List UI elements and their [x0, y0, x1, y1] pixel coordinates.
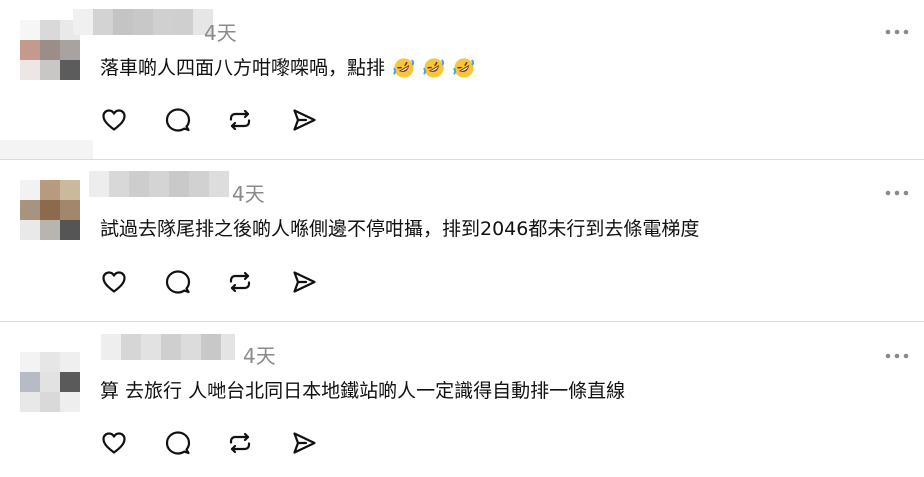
heart-icon[interactable]	[100, 429, 128, 457]
redaction-block	[0, 140, 93, 160]
more-options-icon[interactable]	[884, 187, 910, 199]
repost-icon[interactable]	[226, 106, 254, 134]
avatar[interactable]	[20, 180, 80, 240]
comment-text-row: 算 去旅行 人哋台北同日本地鐵站啲人一定識得自動排一條直線	[100, 377, 625, 405]
comment-text-row: 落車啲人四面八方咁嚟㗎喎，點排	[100, 54, 475, 82]
comment-item-3: 4天 算 去旅行 人哋台北同日本地鐵站啲人一定識得自動排一條直線	[0, 322, 924, 477]
comment-icon[interactable]	[164, 429, 192, 457]
comment-text: 算 去旅行 人哋台北同日本地鐵站啲人一定識得自動排一條直線	[100, 380, 626, 402]
comment-text: 落車啲人四面八方咁嚟㗎喎，點排	[100, 57, 386, 79]
action-bar	[100, 268, 330, 296]
more-options-icon[interactable]	[884, 26, 910, 38]
share-icon[interactable]	[290, 268, 318, 296]
action-bar	[100, 429, 330, 457]
rolling-on-floor-laughing-emoji	[423, 58, 445, 78]
comment-item-1: 4天 落車啲人四面八方咁嚟㗎喎，點排	[0, 0, 924, 159]
share-icon[interactable]	[290, 429, 318, 457]
username-redacted[interactable]	[89, 171, 229, 197]
rolling-on-floor-laughing-emoji	[393, 58, 415, 78]
timestamp: 4天	[232, 182, 265, 206]
comment-icon[interactable]	[164, 268, 192, 296]
avatar[interactable]	[20, 20, 80, 80]
timestamp: 4天	[243, 344, 276, 368]
comment-text: 試過去隊尾排之後啲人喺側邊不停咁攝，排到2046都未行到去條電梯度	[100, 218, 700, 240]
avatar[interactable]	[20, 352, 80, 412]
action-bar	[100, 106, 330, 134]
comment-text-row: 試過去隊尾排之後啲人喺側邊不停咁攝，排到2046都未行到去條電梯度	[100, 215, 699, 243]
heart-icon[interactable]	[100, 106, 128, 134]
heart-icon[interactable]	[100, 268, 128, 296]
more-options-icon[interactable]	[884, 350, 910, 362]
repost-icon[interactable]	[226, 429, 254, 457]
rolling-on-floor-laughing-emoji	[453, 58, 475, 78]
repost-icon[interactable]	[226, 268, 254, 296]
timestamp: 4天	[204, 21, 237, 45]
username-redacted[interactable]	[73, 9, 213, 35]
username-redacted[interactable]	[101, 334, 235, 360]
comment-icon[interactable]	[164, 106, 192, 134]
comment-item-2: 4天 試過去隊尾排之後啲人喺側邊不停咁攝，排到2046都未行到去條電梯度	[0, 160, 924, 321]
share-icon[interactable]	[290, 106, 318, 134]
